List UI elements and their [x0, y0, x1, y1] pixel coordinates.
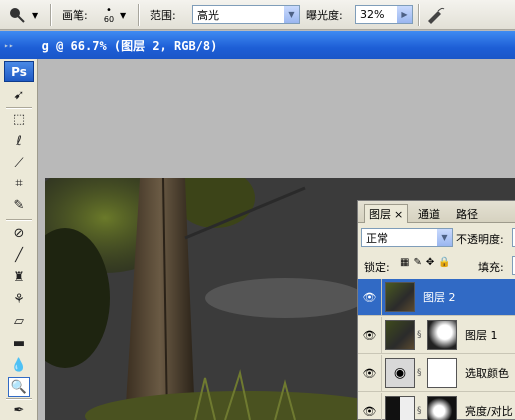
move-tool-icon[interactable]: ➹: [8, 85, 30, 105]
range-select[interactable]: 高光 ▼: [192, 5, 300, 24]
tab-paths[interactable]: 路径: [452, 204, 482, 223]
close-icon[interactable]: ×: [394, 208, 403, 221]
layer-row-2[interactable]: 👁 图层 2: [358, 279, 515, 316]
blend-mode-value: 正常: [366, 231, 388, 245]
blend-mode-select[interactable]: 正常 ▼: [361, 228, 453, 247]
slice-tool-icon[interactable]: ✎: [8, 195, 30, 215]
layer-row-selective-color[interactable]: 👁 ◉ § 选取颜色: [358, 355, 515, 392]
layer-mask-thumbnail: [427, 358, 457, 388]
layer-row-1[interactable]: 👁 § 图层 1: [358, 317, 515, 354]
layers-panel: 图层 × 通道 路径 正常 ▼ 不透明度: 锁定: ▦ ✎ ✥ 🔒 填充: 👁 …: [357, 200, 515, 420]
history-brush-icon[interactable]: ⚘: [8, 289, 30, 309]
brush-picker[interactable]: • 60: [95, 0, 123, 30]
fill-label: 填充:: [478, 261, 504, 274]
exposure-label: 曝光度:: [306, 9, 343, 22]
pen-tool-icon[interactable]: ✒: [8, 400, 30, 420]
eye-icon[interactable]: 👁: [358, 393, 382, 420]
chevron-right-icon: ▶: [397, 6, 412, 23]
document-title: g @ 66.7% (图层 2, RGB/8): [41, 38, 218, 53]
panel-tabs: 图层 × 通道 路径: [358, 201, 515, 223]
marquee-tool-icon[interactable]: ⬚: [8, 109, 30, 129]
dodge-tool-preset-button[interactable]: ▼: [8, 0, 38, 30]
range-value: 高光: [197, 8, 219, 22]
layer-mask-thumbnail: [427, 396, 457, 420]
options-bar: ▼ 画笔: • 60 ▼ 范围: 高光 ▼ 曝光度: 32% ▶: [0, 0, 515, 30]
chevron-down-icon: ▼: [32, 10, 39, 20]
chain-link-icon[interactable]: §: [417, 330, 425, 340]
lasso-tool-icon[interactable]: ℓ: [8, 131, 30, 151]
adjustment-icon: [385, 396, 415, 420]
exposure-input[interactable]: 32% ▶: [355, 5, 413, 24]
eye-icon[interactable]: 👁: [358, 317, 382, 353]
layer-thumbnail: [385, 282, 415, 312]
layer-thumbnail: [385, 320, 415, 350]
layer-row-brightness[interactable]: 👁 § 亮度/对比: [358, 393, 515, 420]
eye-icon[interactable]: 👁: [358, 355, 382, 391]
brush-chevron-icon[interactable]: ▼: [120, 0, 126, 30]
exposure-value: 32%: [360, 8, 385, 21]
document-title-bar[interactable]: ▸▸ g @ 66.7% (图层 2, RGB/8): [0, 31, 515, 59]
lock-transparency-icon[interactable]: ▦: [400, 257, 409, 268]
airbrush-icon: [428, 7, 445, 24]
grip-icon: ▸▸: [4, 40, 14, 50]
tab-layers[interactable]: 图层 ×: [364, 204, 409, 223]
tab-channels[interactable]: 通道: [414, 204, 444, 223]
opacity-label: 不透明度:: [456, 233, 504, 246]
adjustment-icon: ◉: [385, 358, 415, 388]
gradient-tool-icon[interactable]: ▬: [8, 333, 30, 353]
lock-buttons: ▦ ✎ ✥ 🔒: [400, 257, 451, 268]
tab-layers-label: 图层: [369, 208, 391, 221]
chain-link-icon[interactable]: §: [417, 368, 425, 378]
brush-tool-icon[interactable]: ╱: [8, 245, 30, 265]
range-label: 范围:: [150, 9, 176, 22]
brush-dot-icon: •: [106, 5, 112, 16]
chevron-down-icon: ▼: [437, 229, 452, 246]
layer-name: 图层 1: [465, 329, 498, 342]
tab-paths-label: 路径: [456, 207, 478, 221]
tab-channels-label: 通道: [418, 207, 440, 221]
chevron-down-icon: ▼: [284, 6, 299, 23]
eye-icon[interactable]: 👁: [358, 279, 382, 315]
healing-brush-icon[interactable]: ⊘: [8, 223, 30, 243]
photoshop-logo[interactable]: Ps: [4, 61, 34, 82]
brush-label: 画笔:: [62, 9, 88, 22]
airbrush-button[interactable]: [426, 0, 446, 30]
layer-name: 亮度/对比: [465, 405, 513, 418]
chain-link-icon[interactable]: §: [417, 406, 425, 416]
brush-size: 60: [103, 15, 115, 24]
dodge-tool-icon[interactable]: 🔍: [8, 377, 30, 397]
layer-name: 选取颜色: [465, 367, 509, 380]
lock-position-icon[interactable]: ✥: [426, 257, 434, 268]
toolbox: Ps ➹ ⬚ ℓ ⟋ ⌗ ✎ ⊘ ╱ ♜ ⚘ ▱ ▬ 💧 🔍 ✒: [0, 59, 38, 420]
lock-paint-icon[interactable]: ✎: [413, 257, 421, 268]
clone-stamp-icon[interactable]: ♜: [8, 267, 30, 287]
lock-label: 锁定:: [364, 261, 390, 274]
dodge-tool-icon: [10, 8, 25, 23]
magic-wand-icon[interactable]: ⟋: [8, 153, 30, 173]
lock-all-icon[interactable]: 🔒: [438, 257, 450, 268]
blur-tool-icon[interactable]: 💧: [8, 355, 30, 375]
crop-tool-icon[interactable]: ⌗: [8, 173, 30, 193]
eraser-icon[interactable]: ▱: [8, 311, 30, 331]
layer-mask-thumbnail: [427, 320, 457, 350]
layer-name: 图层 2: [423, 291, 456, 304]
